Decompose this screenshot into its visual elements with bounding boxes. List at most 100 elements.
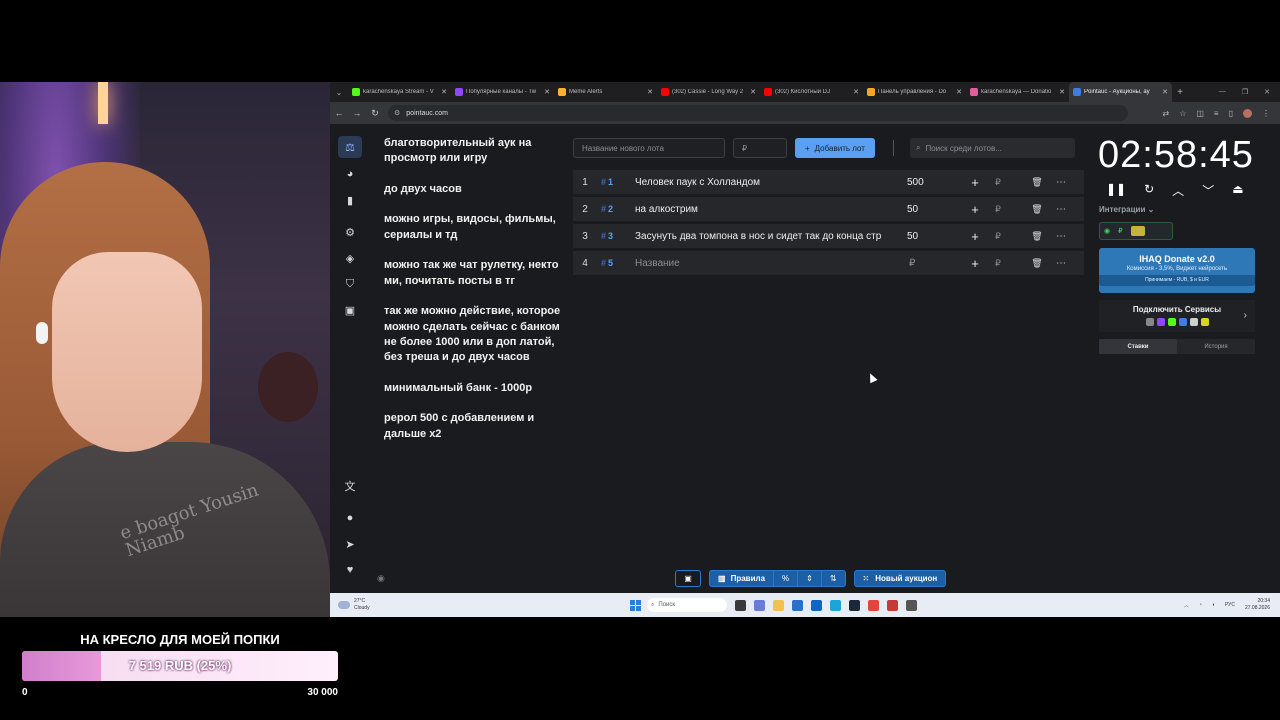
auction-gavel-icon[interactable]: ⚖ — [338, 136, 362, 158]
new-lot-amount-input[interactable]: ₽ — [733, 138, 787, 158]
more-options-icon[interactable]: ⋯ — [1049, 231, 1073, 242]
wheel-icon[interactable]: ◕ — [338, 163, 362, 185]
more-options-icon[interactable]: ⋯ — [1049, 204, 1073, 215]
layers-icon[interactable]: ◈ — [338, 247, 362, 269]
task-view-icon[interactable] — [735, 599, 746, 611]
sort-icon[interactable]: ⇅ — [820, 570, 846, 587]
language-indicator[interactable]: РУС — [1225, 602, 1235, 608]
tab-history[interactable]: История — [1177, 339, 1255, 354]
rules-button[interactable]: ▥ Правила — [709, 570, 774, 587]
save-icon[interactable]: ▣ — [675, 570, 701, 587]
add-lot-button[interactable]: + Добавить лот — [795, 138, 875, 158]
minimize-icon[interactable]: — — [1219, 88, 1226, 96]
skip-up-icon[interactable]: ⏏ — [1232, 182, 1243, 199]
lot-amount[interactable]: 500 — [905, 177, 965, 188]
chrome-icon[interactable] — [868, 599, 879, 611]
new-lot-name-input[interactable]: Название нового лота — [573, 138, 725, 158]
integration-status[interactable]: ◉ ₽ — [1099, 222, 1173, 240]
telegram-icon[interactable]: ➤ — [338, 533, 362, 555]
steam-icon[interactable] — [849, 599, 860, 611]
stats-icon[interactable]: ▮ — [338, 189, 362, 211]
browser-tab[interactable]: Популярные каналы - Tw ✕ — [451, 82, 554, 102]
tab-close-icon[interactable]: ✕ — [647, 88, 653, 96]
percent-icon[interactable]: % — [773, 570, 798, 587]
lot-currency[interactable]: ₽ — [985, 258, 1011, 269]
lot-name[interactable]: Человек паук с Холландом — [635, 177, 905, 188]
donate-icon[interactable]: ♥ — [338, 559, 362, 581]
delete-icon[interactable]: 🗑 — [1025, 258, 1049, 269]
lot-amount[interactable]: ₽ — [905, 258, 965, 269]
more-options-icon[interactable]: ⋯ — [1049, 258, 1073, 269]
eye-icon[interactable]: ◉ — [377, 573, 385, 584]
reload-icon[interactable]: ↻ — [366, 108, 384, 119]
pause-icon[interactable]: ❚❚ — [1106, 182, 1126, 199]
lot-name[interactable]: на алкострим — [635, 204, 905, 215]
tab-close-icon[interactable]: ✕ — [853, 88, 859, 96]
site-info-icon[interactable]: ⚙ — [394, 109, 400, 117]
taskbar-search[interactable]: ⌕ Поиск — [647, 598, 727, 612]
forward-icon[interactable]: → — [348, 108, 366, 118]
tab-search-icon[interactable]: ⌄ — [330, 88, 348, 97]
lot-amount[interactable]: 50 — [905, 231, 965, 242]
browser-tab[interactable]: karachenskaya Stream - V ✕ — [348, 82, 451, 102]
tab-close-icon[interactable]: ✕ — [1059, 88, 1065, 96]
tab-close-icon[interactable]: ✕ — [544, 88, 550, 96]
github-icon[interactable]: ● — [338, 507, 362, 529]
new-auction-button[interactable]: ⁙ Новый аукцион — [853, 570, 947, 587]
store-icon[interactable] — [792, 599, 803, 611]
clock[interactable]: 20:34 27.08.2026 — [1245, 598, 1270, 612]
add-amount-icon[interactable]: + — [965, 175, 985, 190]
outlook-icon[interactable] — [811, 599, 822, 611]
lot-currency[interactable]: ₽ — [985, 204, 1011, 215]
add-amount-icon[interactable]: + — [965, 256, 985, 271]
edge-icon[interactable] — [830, 599, 841, 611]
lot-name[interactable]: Название — [635, 258, 905, 269]
close-window-icon[interactable]: ✕ — [1264, 88, 1270, 96]
browser-tab[interactable]: (302) Кислотный DJ ✕ — [760, 82, 863, 102]
translate-icon[interactable]: ⇄ — [1162, 109, 1169, 118]
add-amount-icon[interactable]: + — [965, 202, 985, 217]
lot-currency[interactable]: ₽ — [985, 231, 1011, 242]
tab-bets[interactable]: Ставки — [1099, 339, 1177, 354]
add-amount-icon[interactable]: + — [965, 229, 985, 244]
volume-icon[interactable]: ◖ — [1212, 602, 1215, 608]
app-icon-2[interactable] — [887, 599, 898, 611]
menu-icon[interactable]: ⋮ — [1262, 109, 1270, 118]
integrations-dropdown[interactable]: Интеграции ⌄ — [1099, 205, 1154, 214]
file-explorer-icon[interactable] — [773, 599, 784, 611]
donate-banner[interactable]: IHAQ Donate v2.0 Комиссия - 3,5%, Виджет… — [1099, 248, 1255, 293]
browser-tab[interactable]: Meme Alerts ✕ — [554, 82, 657, 102]
delete-icon[interactable]: 🗑 — [1025, 204, 1049, 215]
url-field[interactable]: ⚙ pointauc.com — [388, 105, 1128, 121]
windows-start-icon[interactable] — [630, 599, 641, 611]
bookmark-star-icon[interactable]: ☆ — [1179, 109, 1186, 118]
lot-name[interactable]: Засунуть два томпона в нос и сидет так д… — [635, 231, 905, 242]
network-icon[interactable]: ◔ — [1199, 602, 1202, 608]
browser-tab[interactable]: Pointauc - Аукционы, ау ✕ — [1069, 82, 1172, 102]
chevron-up-icon[interactable]: ︿ — [1172, 182, 1184, 199]
sidepanel-icon[interactable]: ▯ — [1229, 109, 1233, 118]
new-tab-icon[interactable]: + — [1172, 87, 1188, 98]
history-icon[interactable]: ▣ — [338, 299, 362, 321]
media-icon[interactable]: ≡ — [1214, 109, 1219, 118]
settings-gear-icon[interactable]: ⚙ — [338, 221, 362, 243]
browser-tab[interactable]: karachenskaya — Donatio ✕ — [966, 82, 1069, 102]
tab-close-icon[interactable]: ✕ — [441, 88, 447, 96]
maximize-icon[interactable]: ❐ — [1242, 88, 1248, 96]
lot-amount[interactable]: 50 — [905, 204, 965, 215]
obs-icon[interactable] — [906, 599, 917, 611]
connect-services[interactable]: Подключить Сервисы › — [1099, 300, 1255, 332]
tab-close-icon[interactable]: ✕ — [750, 88, 756, 96]
chevron-up-icon[interactable]: ︿ — [1184, 602, 1189, 609]
delete-icon[interactable]: 🗑 — [1025, 177, 1049, 188]
more-options-icon[interactable]: ⋯ — [1049, 177, 1073, 188]
app-icon[interactable] — [754, 599, 765, 611]
lot-currency[interactable]: ₽ — [985, 177, 1011, 188]
weather-widget[interactable]: 27°C Cloudy — [330, 598, 630, 612]
merge-icon[interactable]: ⇕ — [797, 570, 821, 587]
chevron-down-icon[interactable]: ﹀ — [1202, 182, 1214, 199]
shield-icon[interactable]: ⛉ — [338, 273, 362, 295]
browser-tab[interactable]: Панель управления - Do ✕ — [863, 82, 966, 102]
lot-search-input[interactable]: ⌕ Поиск среди лотов... — [909, 138, 1075, 158]
profile-avatar[interactable] — [1243, 108, 1252, 118]
